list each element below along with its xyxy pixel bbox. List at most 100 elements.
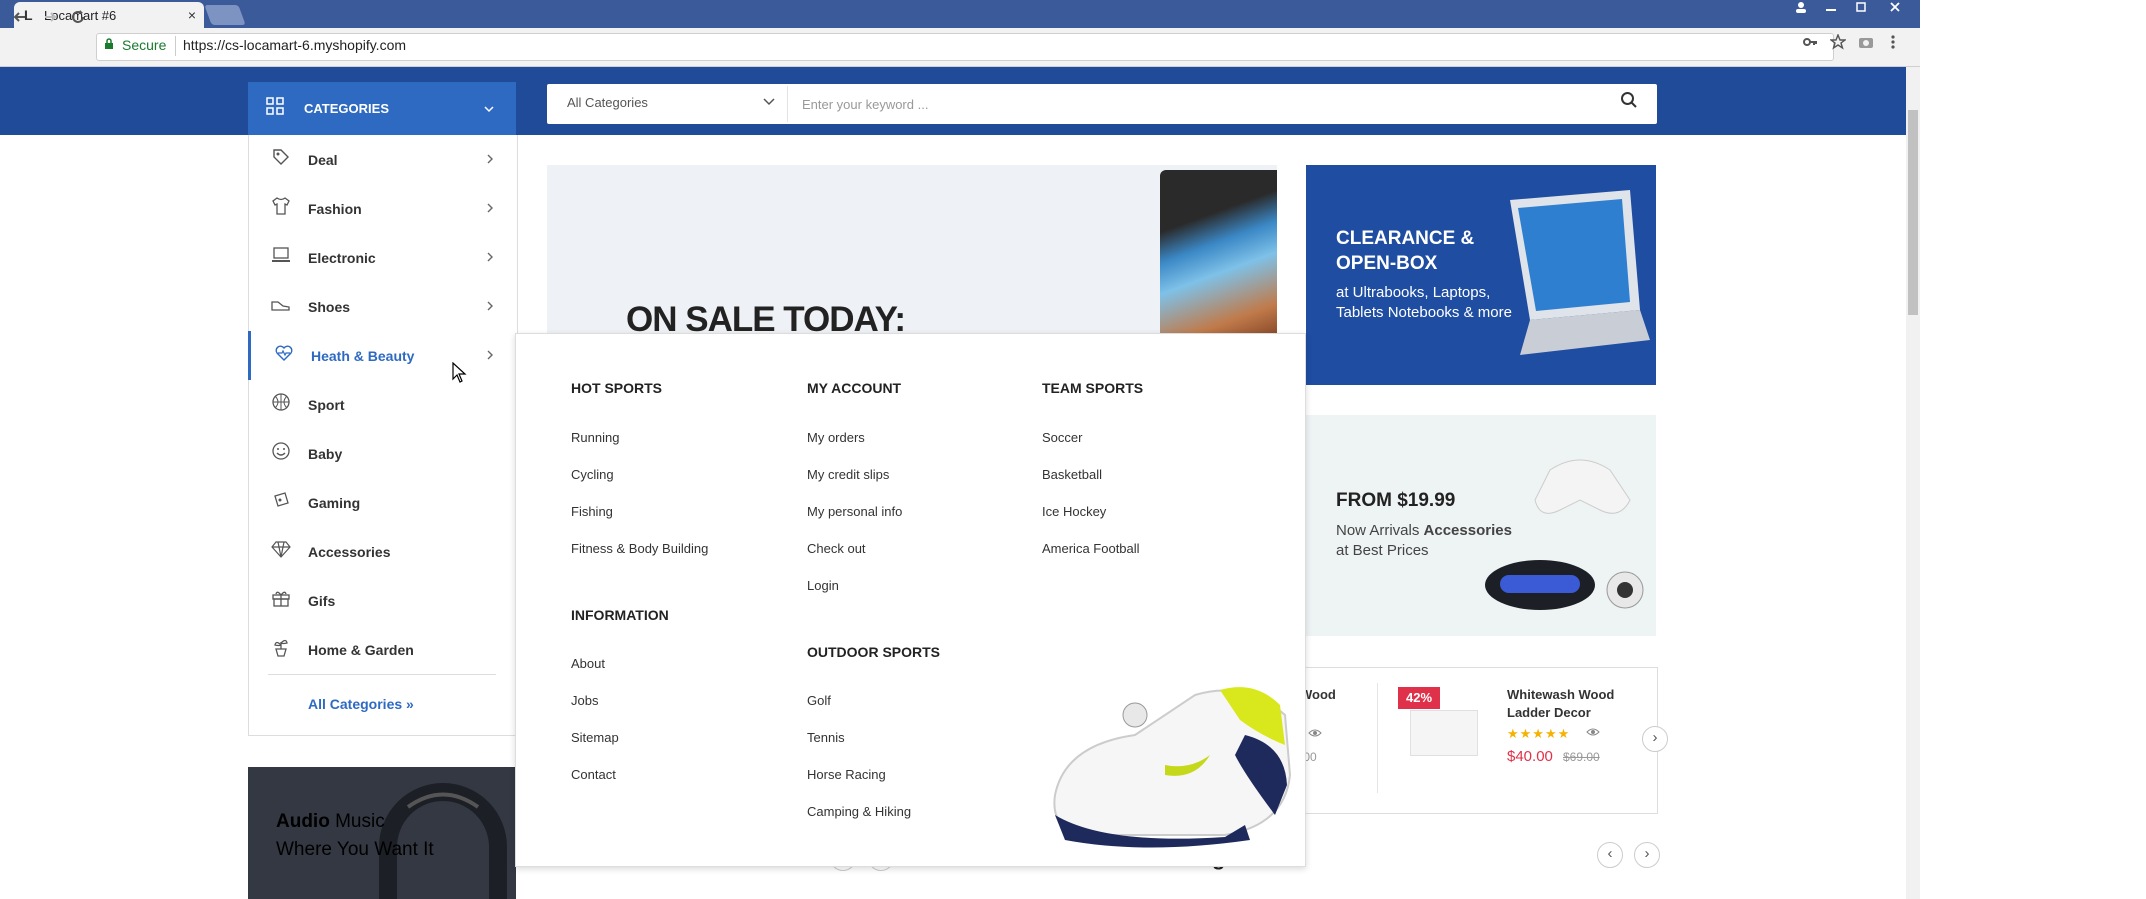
sidebar-item-label: Accessories bbox=[308, 543, 391, 560]
sidebar-item-deal[interactable]: Deal bbox=[248, 135, 516, 184]
deal-price: $40.00 bbox=[1507, 748, 1553, 765]
scrollbar-thumb[interactable] bbox=[1908, 110, 1918, 315]
sidebar-item-label: Gifs bbox=[308, 592, 336, 609]
menu-link[interactable]: My credit slips bbox=[807, 467, 889, 482]
desktop-background bbox=[1920, 0, 2146, 899]
sidebar-item-gifs[interactable]: Gifs bbox=[248, 576, 516, 625]
menu-heading-information: INFORMATION bbox=[571, 607, 669, 623]
menu-link[interactable]: Jobs bbox=[571, 693, 598, 708]
tab-close-icon[interactable]: × bbox=[188, 7, 196, 23]
sidebar-item-health-beauty[interactable]: Heath & Beauty bbox=[248, 331, 516, 380]
minimize-icon[interactable] bbox=[1818, 0, 1844, 20]
menu-link[interactable]: Soccer bbox=[1042, 430, 1082, 445]
chevron-down-icon bbox=[484, 102, 494, 116]
heart-pulse-icon bbox=[273, 343, 295, 368]
search-category-select[interactable]: All Categories bbox=[567, 95, 648, 110]
user-icon[interactable] bbox=[1788, 0, 1814, 20]
sidebar-item-sport[interactable]: Sport bbox=[248, 380, 516, 429]
menu-link[interactable]: Golf bbox=[807, 693, 831, 708]
sidebar-item-label: Sport bbox=[308, 396, 345, 413]
sidebar-item-label: Deal bbox=[308, 151, 338, 168]
deal-old-price: $69.00 bbox=[1563, 750, 1600, 764]
sidebar-item-baby[interactable]: Baby bbox=[248, 429, 516, 478]
categories-toggle[interactable]: CATEGORIES bbox=[248, 82, 516, 135]
new-tab-button[interactable] bbox=[204, 5, 246, 25]
browser-tabstrip bbox=[0, 0, 1920, 28]
restore-icon[interactable] bbox=[1848, 0, 1874, 20]
url-text[interactable]: https://cs-locamart-6.myshopify.com bbox=[183, 37, 406, 53]
sidebar-divider bbox=[268, 674, 496, 675]
menu-link[interactable]: Contact bbox=[571, 767, 616, 782]
chevron-right-icon bbox=[486, 152, 494, 167]
mouse-cursor-icon bbox=[452, 362, 467, 383]
section-next-button[interactable]: › bbox=[1634, 842, 1660, 868]
menu-heading-outdoor-sports: OUTDOOR SPORTS bbox=[807, 644, 941, 660]
laptop-icon bbox=[270, 245, 292, 270]
smiley-icon bbox=[270, 441, 292, 466]
categories-label: CATEGORIES bbox=[304, 101, 389, 116]
menu-link[interactable]: About bbox=[571, 656, 605, 671]
sidebar-item-label: Shoes bbox=[308, 298, 351, 315]
menu-link[interactable]: Camping & Hiking bbox=[807, 804, 911, 819]
window-close-icon[interactable] bbox=[1882, 0, 1908, 20]
tablet-image bbox=[1160, 170, 1277, 335]
menu-link[interactable]: Check out bbox=[807, 541, 866, 556]
shoe-icon bbox=[270, 294, 292, 319]
section-prev-button[interactable]: ‹ bbox=[1597, 842, 1623, 868]
search-icon[interactable] bbox=[1620, 91, 1638, 114]
laptop-image bbox=[1510, 190, 1650, 355]
menu-heading-hot-sports: HOT SPORTS bbox=[571, 380, 663, 396]
menu-kebab-icon[interactable] bbox=[1890, 34, 1896, 55]
tag-icon bbox=[270, 147, 292, 172]
search-input[interactable] bbox=[800, 92, 1604, 116]
sidebar-item-gaming[interactable]: Gaming bbox=[248, 478, 516, 527]
omnibox-divider bbox=[175, 36, 176, 56]
reload-icon[interactable] bbox=[66, 8, 90, 30]
sidebar-item-shoes[interactable]: Shoes bbox=[248, 282, 516, 331]
menu-heading-team-sports: TEAM SPORTS bbox=[1042, 380, 1144, 396]
chevron-right-icon bbox=[486, 250, 494, 265]
deal-product-image[interactable] bbox=[1410, 710, 1478, 756]
deal-product-name[interactable]: Whitewash Wood Ladder Decor bbox=[1507, 686, 1637, 722]
camera-icon[interactable] bbox=[1858, 34, 1874, 55]
menu-link[interactable]: Login bbox=[807, 578, 839, 593]
forward-icon[interactable] bbox=[38, 8, 62, 30]
back-icon[interactable] bbox=[8, 8, 32, 30]
menu-link[interactable]: America Football bbox=[1042, 541, 1140, 556]
rating-stars: ★★★★★ bbox=[1507, 726, 1571, 741]
menu-link[interactable]: Cycling bbox=[571, 467, 614, 482]
vr-controller-image bbox=[1485, 459, 1644, 610]
discount-badge: 42% bbox=[1398, 687, 1440, 709]
bookmark-star-icon[interactable] bbox=[1828, 33, 1848, 55]
grid-icon bbox=[266, 96, 284, 121]
audio-banner-text: Audio Music Where You Want It bbox=[276, 811, 434, 860]
menu-link[interactable]: Sitemap bbox=[571, 730, 619, 745]
menu-link[interactable]: Fitness & Body Building bbox=[571, 541, 708, 556]
plant-icon bbox=[270, 637, 292, 662]
gamepad-icon bbox=[270, 490, 292, 515]
all-categories-link[interactable]: All Categories » bbox=[308, 696, 414, 712]
menu-link[interactable]: Horse Racing bbox=[807, 767, 886, 782]
menu-link[interactable]: Tennis bbox=[807, 730, 845, 745]
from-price-title: FROM $19.99 bbox=[1336, 490, 1456, 511]
carousel-next-button[interactable]: › bbox=[1642, 726, 1668, 752]
menu-link[interactable]: Basketball bbox=[1042, 467, 1102, 482]
chevron-down-icon[interactable] bbox=[763, 93, 775, 109]
sidebar-item-home-garden[interactable]: Home & Garden bbox=[248, 625, 516, 674]
basketball-icon bbox=[270, 392, 292, 417]
key-icon[interactable] bbox=[1802, 34, 1818, 55]
menu-link[interactable]: My orders bbox=[807, 430, 865, 445]
sidebar-item-accessories[interactable]: Accessories bbox=[248, 527, 516, 576]
menu-link[interactable]: Running bbox=[571, 430, 619, 445]
sidebar-item-fashion[interactable]: Fashion bbox=[248, 184, 516, 233]
sidebar-item-label: Home & Garden bbox=[308, 641, 414, 658]
eye-icon[interactable] bbox=[1308, 726, 1322, 741]
lock-icon bbox=[104, 38, 114, 53]
sidebar-item-label: Gaming bbox=[308, 494, 361, 511]
sidebar-item-electronic[interactable]: Electronic bbox=[248, 233, 516, 282]
menu-link[interactable]: Ice Hockey bbox=[1042, 504, 1106, 519]
chevron-right-icon bbox=[486, 348, 494, 363]
eye-icon[interactable] bbox=[1586, 725, 1600, 740]
menu-link[interactable]: My personal info bbox=[807, 504, 902, 519]
menu-link[interactable]: Fishing bbox=[571, 504, 613, 519]
